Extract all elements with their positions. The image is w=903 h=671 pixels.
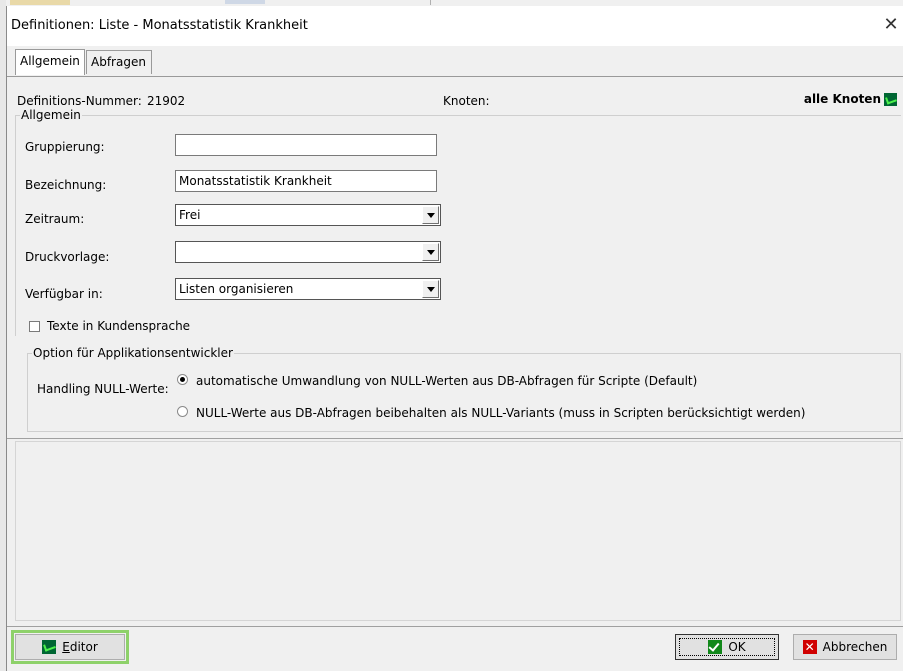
divider [7, 438, 903, 439]
knoten-value: alle Knoten [804, 92, 897, 106]
cancel-label: Abbrechen [822, 640, 888, 654]
zeitraum-label: Zeitraum: [25, 212, 85, 226]
zeitraum-select[interactable]: Frei [175, 204, 441, 226]
knoten-value-text: alle Knoten [803, 92, 881, 106]
definitions-nummer-value: 21902 [147, 94, 186, 108]
editor-mnemonic: E [62, 640, 70, 654]
background-fragment [10, 0, 70, 5]
null-option-auto-label[interactable]: automatische Umwandlung von NULL-Werten … [196, 374, 697, 388]
cancel-button[interactable]: ✕ Abbrechen [793, 634, 897, 660]
druckvorlage-label: Druckvorlage: [25, 250, 110, 264]
definitions-nummer-label: Definitions-Nummer: [17, 94, 142, 108]
focus-ring [679, 638, 775, 656]
null-option-keep-radio[interactable] [177, 406, 188, 417]
background-fragment [225, 0, 265, 4]
definitions-dialog: Definitionen: Liste - Monatsstatistik Kr… [6, 6, 903, 671]
null-option-auto-radio[interactable] [177, 374, 188, 385]
kundensprache-label: Texte in Kundensprache [47, 319, 191, 333]
druckvorlage-select[interactable] [175, 241, 441, 263]
tab-allgemein[interactable]: Allgemein [15, 49, 85, 75]
editor-label: Editor [62, 640, 98, 654]
chevron-down-icon[interactable] [422, 280, 439, 298]
editor-button[interactable]: Editor [11, 630, 129, 664]
handling-null-label: Handling NULL-Werte: [37, 382, 169, 396]
close-icon[interactable]: ✕ [879, 14, 903, 38]
node-icon [884, 92, 897, 106]
bezeichnung-field[interactable]: Monatsstatistik Krankheit [175, 170, 437, 192]
checkmark-icon [708, 640, 723, 654]
cancel-x-icon: ✕ [802, 640, 817, 654]
background-fragment [430, 0, 431, 5]
verfuegbar-label: Verfügbar in: [25, 287, 103, 301]
editor-icon [42, 640, 57, 654]
verfuegbar-value: Listen organisieren [179, 282, 294, 296]
kundensprache-checkbox[interactable] [29, 321, 40, 332]
empty-content-area [15, 441, 901, 621]
tab-divider [7, 76, 903, 77]
knoten-label: Knoten: [443, 94, 490, 108]
gruppierung-field[interactable] [175, 134, 437, 156]
verfuegbar-select[interactable]: Listen organisieren [175, 278, 441, 300]
title-bar: Definitionen: Liste - Monatsstatistik Kr… [7, 6, 903, 46]
ok-button[interactable]: OK [675, 634, 779, 660]
chevron-down-icon[interactable] [422, 243, 439, 261]
allgemein-legend: Allgemein [21, 108, 81, 122]
zeitraum-value: Frei [179, 208, 201, 222]
bezeichnung-label: Bezeichnung: [25, 178, 107, 192]
tab-abfragen[interactable]: Abfragen [86, 50, 152, 74]
app-options-legend: Option für Applikationsentwickler [33, 346, 233, 360]
editor-label-rest: ditor [69, 640, 98, 654]
allgemein-group: Allgemein [15, 108, 901, 336]
null-option-keep-label[interactable]: NULL-Werte aus DB-Abfragen beibehalten a… [196, 406, 805, 420]
chevron-down-icon[interactable] [422, 206, 439, 224]
divider [7, 626, 903, 627]
window-title: Definitionen: Liste - Monatsstatistik Kr… [11, 18, 308, 33]
gruppierung-label: Gruppierung: [25, 140, 105, 154]
